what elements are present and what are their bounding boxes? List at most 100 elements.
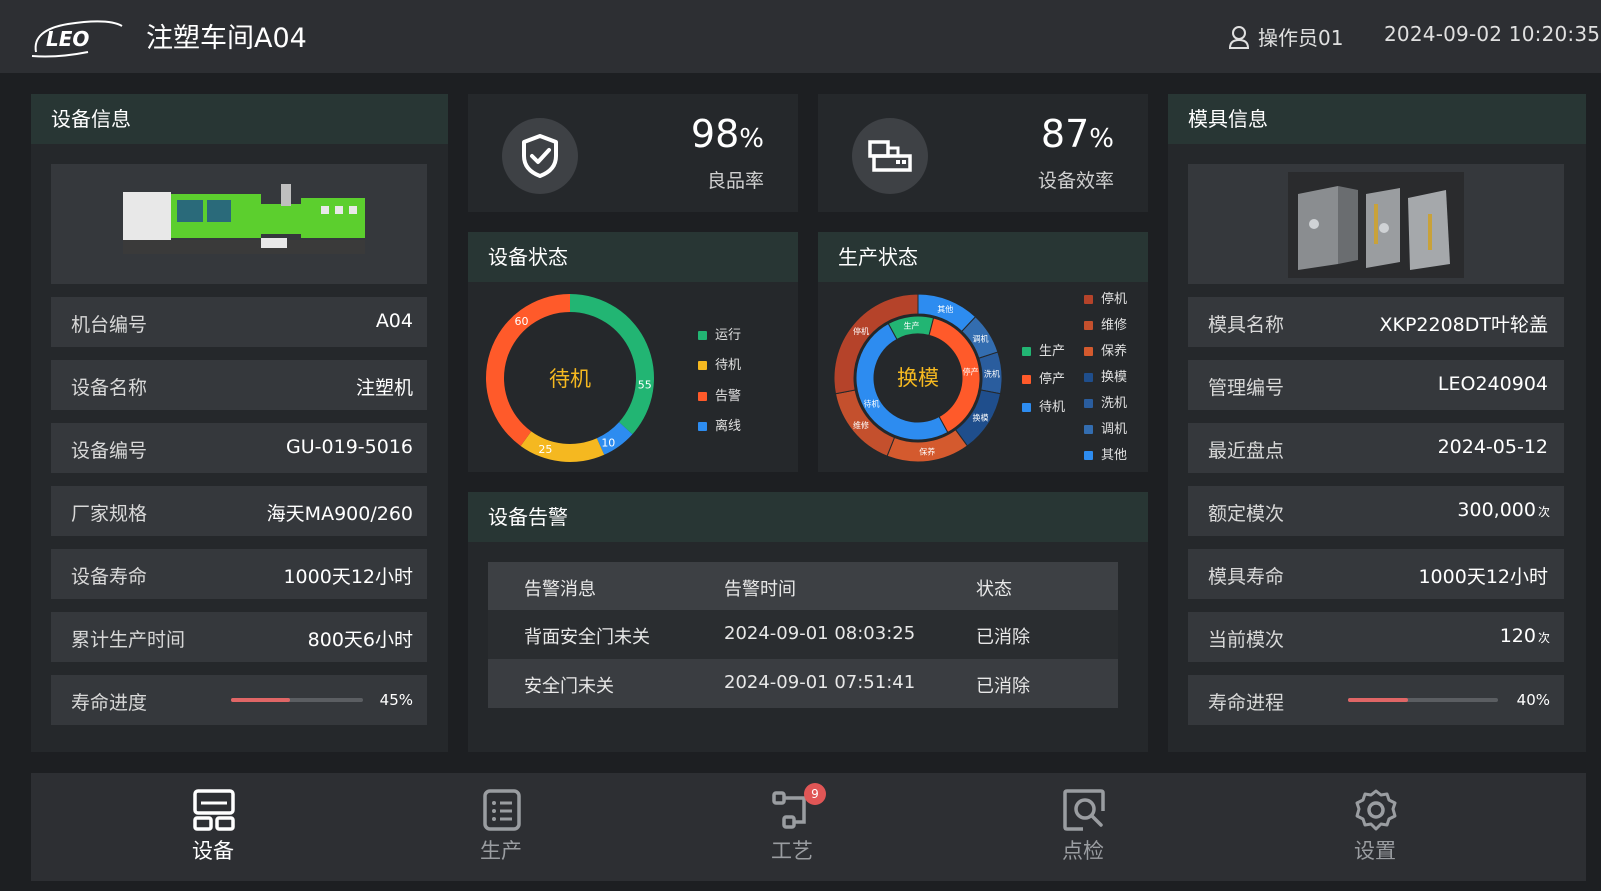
slice-label: 其他 [937,304,953,314]
nav-settings[interactable]: 设置 [1315,773,1435,881]
slice-label: 洗机 [984,368,1000,378]
legend-item: 生产 [1022,340,1065,359]
mold-row: 模具名称 XKP2208DT叶轮盖 [1188,297,1564,347]
kpi-value: 87% [1040,112,1114,156]
slice-value-label: 10 [601,436,615,449]
device-row: 设备编号 GU-019-5016 [51,423,427,473]
row-label: 模具名称 [1208,314,1285,336]
panel-title: 设备状态 [468,232,798,282]
row-label: 机台编号 [71,314,148,336]
nav-production[interactable]: 生产 [441,773,561,881]
row-value: 800天6小时 [307,629,413,651]
row-value: 2024-05-12 [1437,436,1548,458]
slice-label: 保养 [919,446,935,456]
nav-label: 点检 [1062,839,1104,863]
mold-row: 管理编号 LEO240904 [1188,360,1564,410]
device-row: 累计生产时间 800天6小时 [51,612,427,662]
nav-label: 生产 [480,839,522,863]
row-label: 设备寿命 [71,566,148,588]
table-row[interactable]: 安全门未关 2024-09-01 07:51:41 已消除 [488,659,1118,708]
table-header: 告警消息 告警时间 状态 [488,562,1118,610]
alarm-status: 已消除 [976,627,1030,648]
mold-row: 模具寿命 1000天12小时 [1188,549,1564,599]
legend-item: 换模 [1084,366,1127,385]
notification-badge: 9 [804,783,826,805]
alarm-time: 2024-09-01 07:51:41 [724,672,916,693]
slice-value-label: 55 [638,379,652,392]
mold-row: 额定模次 300,000 次 [1188,486,1564,536]
alarm-message: 背面安全门未关 [524,627,650,648]
slice-label: 维修 [853,420,869,430]
life-progress-bar [1348,698,1498,702]
machine-icon [852,118,928,194]
row-value: 1000天12小时 [1418,566,1548,588]
shield-check-icon [502,118,578,194]
progress-percent: 40% [1516,691,1550,709]
row-value: 120 次 [1499,625,1550,647]
panel-title: 模具信息 [1168,94,1586,144]
nav-inspection[interactable]: 点检 [1023,773,1143,881]
life-progress-row: 寿命进程 40% [1188,675,1564,725]
slice-value-label: 25 [538,443,552,456]
row-label: 模具寿命 [1208,566,1285,588]
kpi-label: 设备效率 [1037,170,1114,192]
alarm-time: 2024-09-01 08:03:25 [724,623,916,644]
bottom-nav: 设备 生产 9 工艺 点检 设置 [31,773,1586,881]
device-status-donut: 待机 55 10 25 60 [486,294,654,462]
row-value: 海天MA900/260 [266,503,413,525]
alarm-status: 已消除 [976,676,1030,697]
kpi-yield-card: 98% 良品率 [468,94,798,212]
alarm-table: 告警消息 告警时间 状态 背面安全门未关 2024-09-01 08:03:25… [488,562,1118,708]
progress-fill [1348,698,1408,702]
progress-fill [231,698,291,702]
table-row[interactable]: 背面安全门未关 2024-09-01 08:03:25 已消除 [488,610,1118,659]
donut-slice-待机[interactable] [520,431,605,462]
leo-logo: LEO [31,20,123,58]
user-info[interactable]: 操作员01 [1228,22,1343,51]
machine-image [51,164,427,284]
device-row: 设备名称 注塑机 [51,360,427,410]
slice-label: 停机 [853,326,869,336]
device-status-panel: 设备状态 待机 55 10 25 60 运行 待机 告警 离线 [468,232,798,472]
nav-device[interactable]: 设备 [153,773,273,881]
legend-item: 调机 [1084,418,1127,437]
legend-item: 维修 [1084,314,1127,333]
column-header: 告警时间 [724,579,796,600]
life-progress-bar [231,698,363,702]
kpi-efficiency-card: 87% 设备效率 [818,94,1148,212]
kpi-value: 98% [690,112,764,156]
slice-label: 调机 [972,333,988,343]
progress-percent: 45% [379,691,413,709]
row-value: 300,000 次 [1457,499,1550,521]
nav-process[interactable]: 9 工艺 [732,773,852,881]
row-value: 注塑机 [355,377,413,399]
user-icon [1228,25,1250,49]
device-info-panel: 设备信息 机台编号 A04 设备名称 注塑机 设备编号 GU-019-5016 … [31,94,448,752]
alarm-message: 安全门未关 [524,676,614,697]
nav-label: 设置 [1354,839,1396,863]
production-icon [483,789,521,831]
device-row: 设备寿命 1000天12小时 [51,549,427,599]
row-label: 设备名称 [71,377,148,399]
user-name: 操作员01 [1258,26,1344,50]
row-label: 管理编号 [1208,377,1285,399]
device-row: 厂家规格 海天MA900/260 [51,486,427,536]
legend-item: 待机 [1022,396,1065,415]
panel-title: 设备信息 [31,94,448,144]
slice-label: 待机 [863,398,879,408]
legend-item: 洗机 [1084,392,1127,411]
row-label: 额定模次 [1208,503,1285,525]
row-value: LEO240904 [1437,373,1548,395]
mold-row: 当前模次 120 次 [1188,612,1564,662]
legend-item: 运行 [698,324,741,343]
row-label: 最近盘点 [1208,440,1285,462]
donut-slice-运行[interactable] [570,294,654,435]
row-value: A04 [375,310,413,332]
life-progress-row: 寿命进度 45% [51,675,427,725]
injection-machine-illustration [123,184,365,254]
slice-value-label: 60 [514,315,528,328]
row-label: 累计生产时间 [71,629,186,651]
row-value: 1000天12小时 [283,566,413,588]
row-label: 厂家规格 [71,503,148,525]
legend-item: 停机 [1084,288,1127,307]
